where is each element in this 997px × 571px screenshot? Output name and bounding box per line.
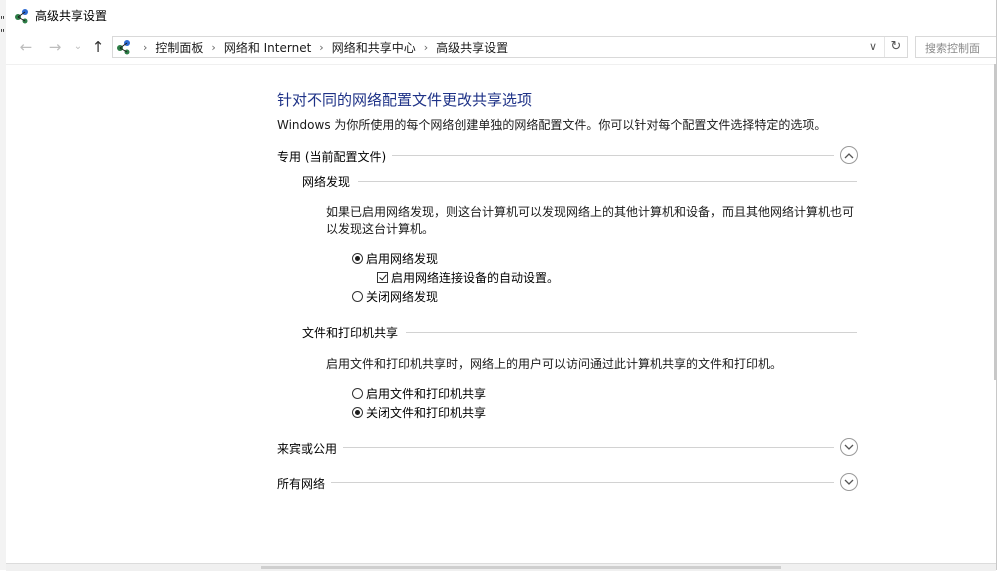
scrollbar-thumb[interactable] xyxy=(261,566,781,569)
breadcrumb-network-sharing-center[interactable]: 网络和共享中心 xyxy=(332,39,416,56)
recent-locations-chevron-icon[interactable]: ⌄ xyxy=(68,37,88,57)
vertical-scrollbar[interactable] xyxy=(994,64,996,380)
window-title: 高级共享设置 xyxy=(35,9,108,23)
page-title: 针对不同的网络配置文件更改共享选项 xyxy=(277,91,533,109)
network-icon xyxy=(15,9,28,24)
enable-network-discovery-option[interactable]: 启用网络发现 xyxy=(352,250,438,266)
breadcrumb-network-internet[interactable]: 网络和 Internet xyxy=(224,39,311,56)
title-bar: 高级共享设置 xyxy=(6,0,996,32)
radio-button-selected[interactable] xyxy=(352,252,363,264)
advanced-sharing-window: 高级共享设置 ← → ⌄ ↑ › 控制面板 › 网络和 Internet › 网… xyxy=(6,0,997,571)
enable-file-printer-sharing-option[interactable]: 启用文件和打印机共享 xyxy=(352,385,486,401)
address-bar[interactable]: › 控制面板 › 网络和 Internet › 网络和共享中心 › 高级共享设置… xyxy=(112,36,908,58)
forward-arrow-icon[interactable]: → xyxy=(45,37,65,57)
disable-network-discovery-label[interactable]: 关闭网络发现 xyxy=(366,288,438,305)
navigation-bar: ← → ⌄ ↑ › 控制面板 › 网络和 Internet › 网络和共享中心 … xyxy=(6,33,996,61)
breadcrumb-separator-icon[interactable]: › xyxy=(424,41,428,54)
network-discovery-description: 如果已启用网络发现，则这台计算机可以发现网络上的其他计算机和设备，而且其他网络计… xyxy=(326,205,855,236)
radio-button[interactable] xyxy=(352,290,363,302)
chevron-up-icon[interactable] xyxy=(840,146,858,164)
auto-setup-label[interactable]: 启用网络连接设备的自动设置。 xyxy=(391,269,559,286)
breadcrumb-separator-icon[interactable]: › xyxy=(211,41,215,54)
disable-file-printer-sharing-option[interactable]: 关闭文件和打印机共享 xyxy=(352,404,486,420)
file-printer-sharing-title: 文件和打印机共享 xyxy=(302,324,407,341)
enable-file-printer-sharing-label[interactable]: 启用文件和打印机共享 xyxy=(366,385,486,402)
search-placeholder: 搜索控制面 xyxy=(925,42,980,55)
breadcrumb-advanced-sharing[interactable]: 高级共享设置 xyxy=(436,39,508,56)
profile-guest-public-label: 来宾或公用 xyxy=(277,440,344,457)
profile-guest-public-header[interactable]: 来宾或公用 xyxy=(277,438,858,458)
address-dropdown-icon[interactable]: ∨ xyxy=(865,37,881,57)
profile-private-header[interactable]: 专用 (当前配置文件) xyxy=(277,146,858,166)
page-description: Windows 为你所使用的每个网络创建单独的网络配置文件。你可以针对每个配置文… xyxy=(277,118,827,132)
chevron-down-icon[interactable] xyxy=(840,438,858,456)
chevron-down-icon[interactable] xyxy=(840,473,858,491)
back-arrow-icon[interactable]: ← xyxy=(16,37,36,57)
radio-button-selected[interactable] xyxy=(352,406,363,418)
profile-private-label: 专用 (当前配置文件) xyxy=(277,148,393,165)
subsection-divider xyxy=(302,181,857,182)
search-input[interactable]: 搜索控制面 xyxy=(915,36,996,58)
network-discovery-header: 网络发现 xyxy=(302,173,857,190)
file-printer-sharing-description: 启用文件和打印机共享时，网络上的用户可以访问通过此计算机共享的文件和打印机。 xyxy=(326,357,783,371)
network-discovery-title: 网络发现 xyxy=(302,173,359,190)
enable-network-discovery-label[interactable]: 启用网络发现 xyxy=(366,250,438,267)
section-divider xyxy=(277,482,834,483)
breadcrumb-control-panel[interactable]: 控制面板 xyxy=(155,39,203,56)
control-panel-network-icon xyxy=(117,40,130,55)
up-arrow-icon[interactable]: ↑ xyxy=(88,37,108,57)
disable-network-discovery-option[interactable]: 关闭网络发现 xyxy=(352,288,438,304)
auto-setup-checkbox[interactable] xyxy=(377,271,388,283)
profile-all-networks-label: 所有网络 xyxy=(277,475,332,492)
section-divider xyxy=(277,447,834,448)
disable-file-printer-sharing-label[interactable]: 关闭文件和打印机共享 xyxy=(366,404,486,421)
header-divider xyxy=(6,64,996,65)
radio-button[interactable] xyxy=(352,387,363,399)
breadcrumb-separator-icon[interactable]: › xyxy=(319,41,323,54)
auto-setup-option[interactable]: 启用网络连接设备的自动设置。 xyxy=(377,269,559,285)
breadcrumb: › 控制面板 › 网络和 Internet › 网络和共享中心 › 高级共享设置 xyxy=(135,37,508,57)
breadcrumb-separator-icon: › xyxy=(143,40,148,54)
refresh-icon[interactable]: ↻ xyxy=(884,37,907,57)
profile-all-networks-header[interactable]: 所有网络 xyxy=(277,473,858,493)
file-printer-sharing-header: 文件和打印机共享 xyxy=(302,324,857,341)
